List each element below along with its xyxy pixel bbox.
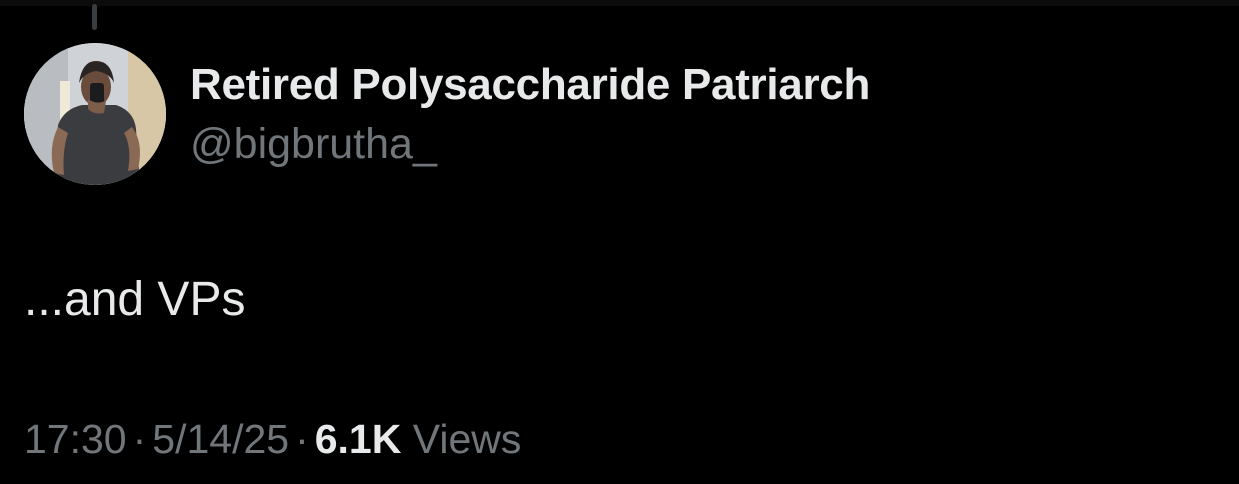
separator-dot: ·	[132, 416, 147, 462]
top-edge-divider	[0, 0, 1239, 6]
tweet-text: ...and VPs	[24, 273, 246, 326]
thread-connector-line	[92, 4, 97, 30]
author-display-name[interactable]: Retired Polysaccharide Patriarch	[190, 60, 870, 110]
profile-photo-icon	[24, 43, 166, 185]
author-handle[interactable]: @bigbrutha_	[190, 120, 437, 169]
tweet-date[interactable]: 5/14/25	[152, 416, 289, 462]
tweet-time[interactable]: 17:30	[24, 416, 127, 462]
views-count[interactable]: 6.1K	[315, 416, 402, 462]
avatar[interactable]	[24, 43, 166, 185]
tweet-metadata: 17:30 · 5/14/25 · 6.1K Views	[24, 416, 521, 463]
separator-dot: ·	[295, 416, 309, 462]
views-label[interactable]: Views	[413, 416, 522, 462]
